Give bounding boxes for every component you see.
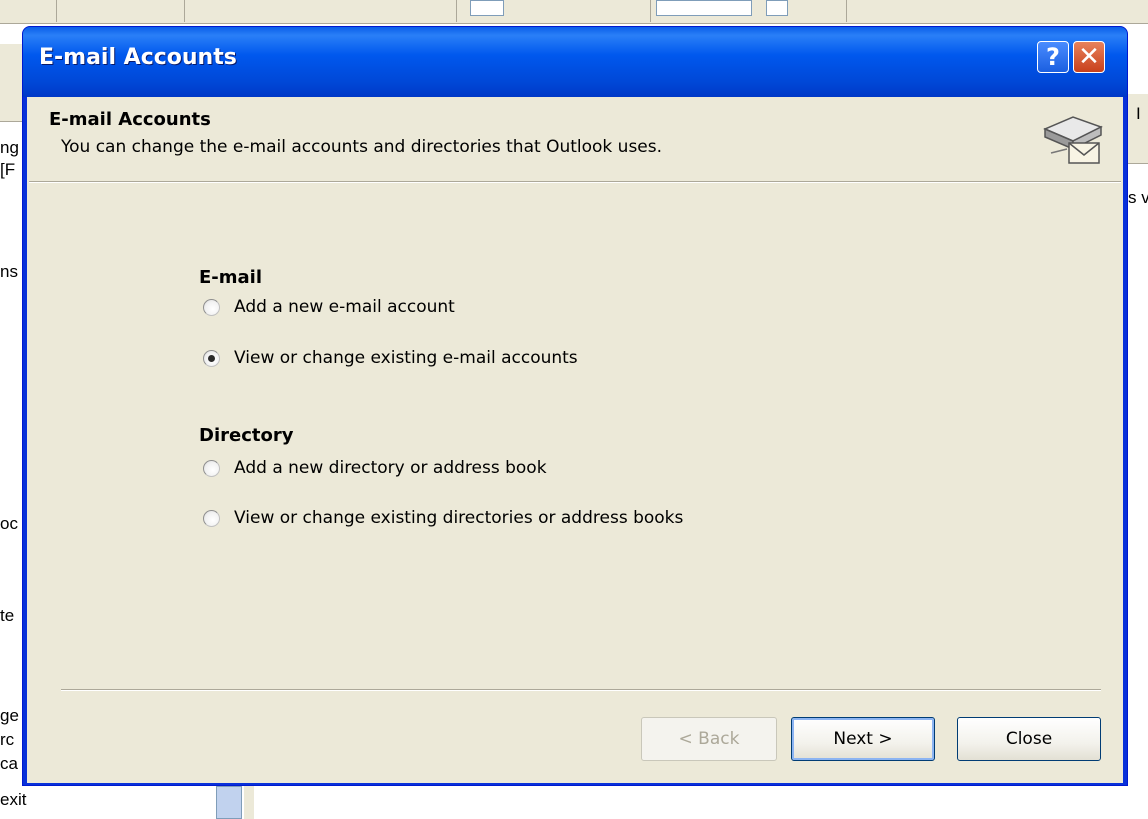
view-directories-radio[interactable] [203,509,220,527]
back-button[interactable]: < Back [641,717,777,761]
accounts-header-icon [1043,116,1103,164]
background-scrollbar-track [244,786,254,819]
close-button[interactable]: Close [957,717,1101,761]
add-email-account-radio[interactable] [203,298,220,316]
view-directories-label[interactable]: View or change existing directories or a… [234,508,683,528]
background-scrollbar-thumb[interactable] [216,786,242,819]
dialog-client-area: E-mail Accounts You can change the e-mai… [27,97,1123,783]
add-directory-label[interactable]: Add a new directory or address book [234,458,547,478]
header-title: E-mail Accounts [49,109,211,130]
footer-divider [61,689,1101,691]
email-accounts-dialog: E-mail Accounts ? ✕ E-mail Accounts You … [22,26,1128,786]
background-text: s v [1128,188,1148,207]
add-email-account-option[interactable]: Add a new e-mail account [203,294,455,320]
dialog-titlebar[interactable]: E-mail Accounts ? ✕ [23,27,1127,97]
help-button[interactable]: ? [1037,41,1069,73]
directory-group-heading: Directory [199,425,294,446]
background-text: I [1136,104,1141,123]
next-button[interactable]: Next > [791,717,935,761]
add-directory-radio[interactable] [203,459,220,477]
email-group-heading: E-mail [199,267,263,288]
header-divider [29,181,1121,183]
view-email-accounts-option[interactable]: View or change existing e-mail accounts [203,345,578,371]
toolbar-button[interactable] [470,0,504,16]
header-subtitle: You can change the e-mail accounts and d… [61,137,663,157]
add-email-account-label[interactable]: Add a new e-mail account [234,297,455,317]
toolbar-separator [56,0,57,22]
toolbar-separator [846,0,847,22]
background-toolbar [0,0,1148,24]
toolbar-separator [650,0,651,22]
toolbar-separator [184,0,185,22]
add-directory-option[interactable]: Add a new directory or address book [203,455,547,481]
view-directories-option[interactable]: View or change existing directories or a… [203,505,683,531]
toolbar-button[interactable] [766,0,788,16]
background-right-pane [1128,24,1148,819]
dialog-title: E-mail Accounts [39,45,237,70]
close-window-button[interactable]: ✕ [1073,41,1105,73]
view-email-accounts-radio[interactable] [203,349,220,367]
toolbar-dropdown[interactable] [656,0,752,16]
view-email-accounts-label[interactable]: View or change existing e-mail accounts [234,348,578,368]
background-text: exit [0,790,27,809]
toolbar-separator [456,0,457,22]
